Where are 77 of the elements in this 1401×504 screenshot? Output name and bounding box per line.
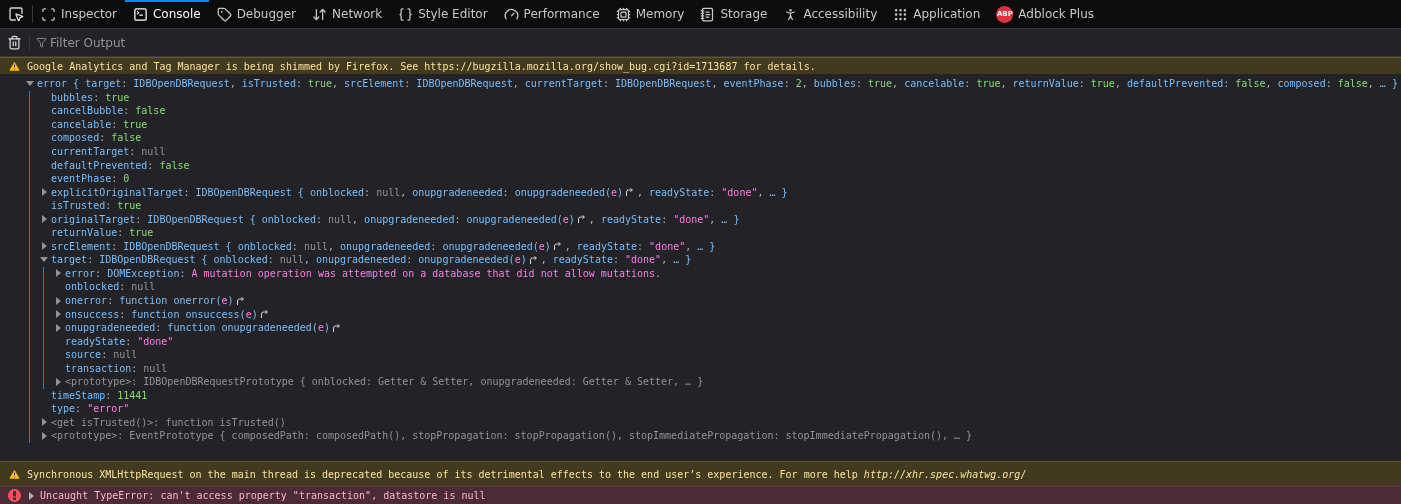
devtools-tab[interactable]: Performance [495, 0, 608, 28]
grid-icon [893, 6, 909, 22]
property-text: currentTarget: null [51, 146, 166, 157]
property-text: explicitOriginalTarget: IDBOpenDBRequest { onblocked: null, onupgradeneeded: onupgradeneeded(e) [51, 186, 623, 198]
twisty-icon[interactable] [42, 242, 47, 251]
property-text: <get isTrusted()>: function isTrusted() [51, 416, 286, 428]
twisty-icon[interactable] [42, 432, 47, 440]
filter-icon [36, 37, 47, 48]
devtools-tab[interactable]: Application [885, 0, 989, 28]
tag-icon [216, 6, 232, 22]
twisty-icon[interactable] [26, 81, 34, 87]
property-text: returnValue: true [51, 227, 154, 239]
property-text: <prototype>: EventPrototype { composedPath: composedPath(), stopPropagation: stopPropagation(), stopImmediatePropagation: stopImmediatePropagation(), … } [51, 430, 973, 442]
property-text: originalTarget: IDBOpenDBRequest { onblocked: null, onupgradeneeded: onupgradeneeded(e) [51, 213, 575, 225]
help-link[interactable]: http://xhr.spec.whatwg.org/ [863, 468, 1027, 480]
property-text: source: null [65, 349, 138, 361]
twisty-icon[interactable] [42, 188, 47, 197]
warning-message: Google Analytics and Tag Manager is being shimmed by Firefox. See https://bugzilla.mozilla.org/show_bug.cgi?id=1713687 for details. [27, 60, 816, 72]
twisty-icon[interactable] [56, 323, 61, 332]
twisty-icon[interactable] [56, 296, 61, 305]
twisty-icon[interactable] [56, 269, 61, 278]
braces-icon [398, 6, 414, 22]
jump-icon[interactable] [576, 214, 587, 225]
property-text: timeStamp: 11441 [51, 389, 148, 401]
property-text: onblocked: null [65, 281, 156, 293]
property-text: , readyState: "done", … } [564, 240, 716, 252]
property-text: onsuccess: function onsuccess(e) [65, 308, 258, 320]
property-text: type: "error" [51, 403, 130, 415]
twisty-icon[interactable] [56, 377, 61, 386]
property-text: readyState: "done" [65, 335, 174, 347]
twisty-icon[interactable] [56, 310, 61, 319]
devtools-tab[interactable]: Inspector [33, 0, 125, 28]
devtools-tab[interactable]: Network [304, 0, 391, 28]
jump-icon[interactable] [259, 309, 270, 320]
chip-icon [615, 6, 631, 22]
warning-icon [8, 467, 21, 481]
error-message: Uncaught TypeError: can't access property "transaction", datastore is null [40, 490, 486, 501]
gauge-icon [503, 6, 519, 22]
devtools-tab[interactable]: Storage [692, 0, 776, 28]
warning-message: Synchronous XMLHttpRequest on the main thread is deprecated because of its detrimental effects to the end user’s experience. For more help http://xhr.spec.whatwg.org/ [27, 468, 1027, 480]
document-icon [700, 6, 716, 22]
property-text: bubbles: true [51, 91, 130, 103]
devtools-tab[interactable]: Accessibility [775, 0, 886, 28]
property-text: , readyState: "done", … } [637, 186, 788, 198]
jump-icon[interactable] [528, 254, 539, 265]
property-text: defaultPrevented: false [51, 159, 190, 171]
twisty-icon[interactable] [42, 215, 47, 224]
filter-field[interactable]: Filter Output [50, 35, 1401, 50]
twisty-icon[interactable] [42, 418, 47, 427]
jump-icon[interactable] [625, 187, 635, 198]
twisty-icon[interactable] [29, 491, 34, 500]
frame-icon [41, 6, 56, 22]
jump-icon[interactable] [235, 295, 246, 306]
property-text: error { target: IDBOpenDBRequest, isTrusted: true, srcElement: IDBOpenDBRequest, currentTarget: IDBOpenDBRequest, eventPhase: 2, bubbles: true, cancelable: true, returnValue: true, defaultPrevented: false, composed: false, … } [37, 78, 1398, 90]
twisty-icon[interactable] [40, 257, 48, 263]
jump-icon[interactable] [552, 241, 563, 252]
property-text: eventPhase: 0 [51, 173, 130, 185]
devtools-tab[interactable]: Debugger [208, 0, 305, 28]
arrows-icon [312, 6, 328, 22]
jump-icon[interactable] [331, 322, 342, 333]
property-text: , readyState: "done", … } [588, 213, 740, 225]
property-text: , readyState: "done", … } [540, 254, 692, 266]
property-text: cancelable: true [51, 118, 148, 130]
property-text: error: DOMException: A mutation operation was attempted on a database that did not allow mutations. [65, 267, 662, 279]
property-text: target: IDBOpenDBRequest { onblocked: null, onupgradeneeded: onupgradeneeded(e) [51, 254, 527, 266]
property-text: composed: false [51, 132, 142, 144]
property-text: transaction: null [65, 362, 168, 374]
property-text: onerror: function onerror(e) [65, 295, 234, 306]
property-text: <prototype>: IDBOpenDBRequestPrototype { onblocked: Getter & Setter, onupgradeneeded: Getter & Setter, … } [65, 376, 704, 388]
property-text: srcElement: IDBOpenDBRequest { onblocked: null, onupgradeneeded: onupgradeneeded(e) [51, 240, 551, 252]
devtools-tab[interactable]: Memory [607, 0, 693, 28]
property-text: isTrusted: true [51, 200, 142, 212]
terminal-icon [133, 6, 148, 22]
devtools-tab[interactable]: Console [125, 0, 209, 28]
devtools-tab[interactable]: Style Editor [390, 0, 496, 28]
property-text: cancelBubble: false [51, 105, 166, 117]
property-text: onupgradeneeded: function onupgradeneeded(e) [65, 322, 330, 334]
